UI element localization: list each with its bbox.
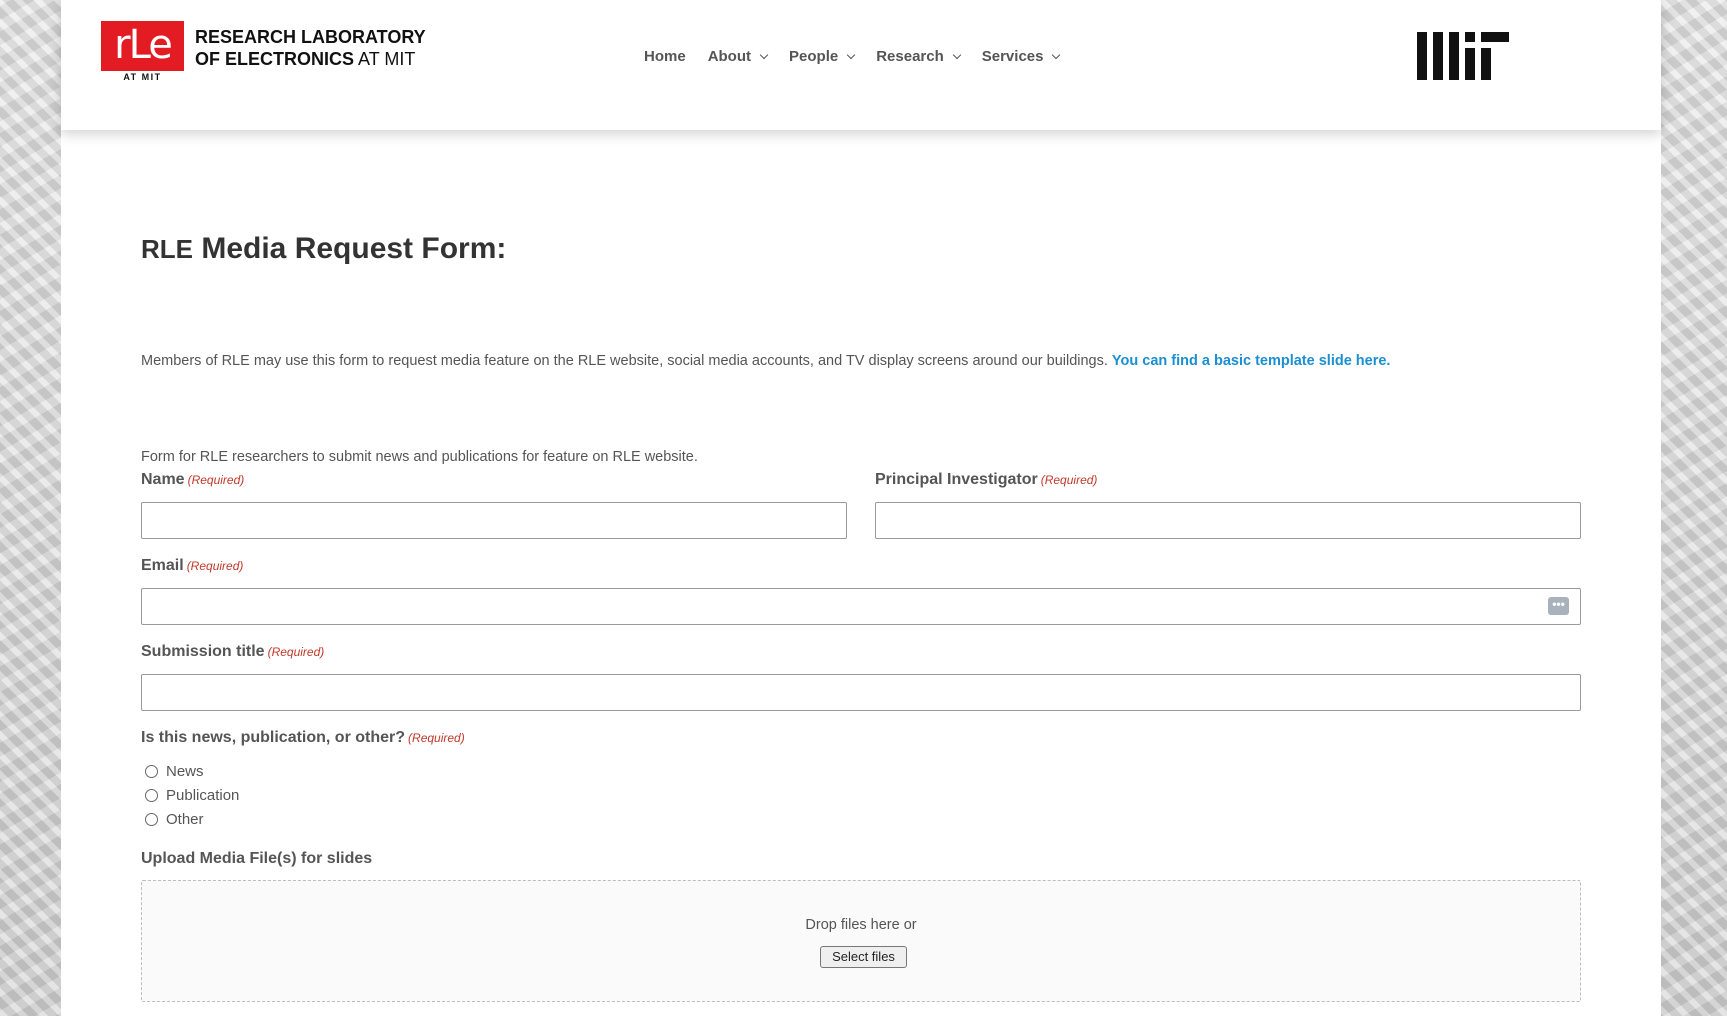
email-label-text: Email <box>141 557 184 574</box>
chevron-down-icon <box>846 50 856 60</box>
email-input[interactable] <box>141 588 1581 625</box>
nav-people[interactable]: People <box>789 48 856 65</box>
nav-home[interactable]: Home <box>644 48 686 65</box>
radio-label-news: News <box>166 763 204 780</box>
page-title-prefix: RLE <box>141 234 193 264</box>
submission-title-input[interactable] <box>141 674 1581 711</box>
type-label-text: Is this news, publication, or other? <box>141 729 406 746</box>
main-nav: Home About People Research Services <box>644 48 1081 65</box>
page-title-rest: Media Request Form: <box>193 232 507 265</box>
name-label: Name (Required) <box>141 471 244 489</box>
pi-input[interactable] <box>875 502 1581 539</box>
org-name-line2: OF ELECTRONICS AT MIT <box>195 48 426 70</box>
select-files-button[interactable]: Select files <box>820 946 907 968</box>
email-field-wrapper: ••• <box>141 588 1581 625</box>
required-marker: (Required) <box>267 645 325 659</box>
page: rLe AT MIT RESEARCH LABORATORY OF ELECTR… <box>61 0 1661 1016</box>
radio-button[interactable] <box>145 789 158 802</box>
submission-title-label: Submission title (Required) <box>141 643 324 661</box>
radio-button[interactable] <box>145 813 158 826</box>
mit-logo[interactable] <box>1417 32 1509 82</box>
org-name-line1: RESEARCH LABORATORY <box>195 27 426 47</box>
required-marker: (Required) <box>187 473 245 487</box>
nav-services[interactable]: Services <box>981 48 1061 65</box>
form-description: Form for RLE researchers to submit news … <box>141 449 698 465</box>
nav-about-label: About <box>707 48 752 65</box>
required-marker: (Required) <box>1040 473 1098 487</box>
pi-label-text: Principal Investigator <box>875 471 1038 488</box>
email-label: Email (Required) <box>141 557 243 575</box>
chevron-down-icon <box>952 50 961 60</box>
page-title: RLE Media Request Form: <box>141 232 506 266</box>
radio-label-other: Other <box>166 811 204 828</box>
submission-title-label-text: Submission title <box>141 643 265 660</box>
chevron-down-icon <box>1052 50 1061 60</box>
rle-logo-mark: rLe <box>114 22 173 68</box>
radio-button[interactable] <box>145 765 158 778</box>
template-slide-link[interactable]: You can find a basic template slide here… <box>1112 353 1391 369</box>
type-label: Is this news, publication, or other? (Req… <box>141 729 465 747</box>
intro-text: Members of RLE may use this form to requ… <box>141 353 1390 369</box>
radio-option-publication[interactable]: Publication <box>145 787 239 804</box>
radio-option-other[interactable]: Other <box>145 811 204 828</box>
rle-logo-sub: AT MIT <box>101 71 184 83</box>
radio-option-news[interactable]: News <box>145 763 204 780</box>
more-dots-icon[interactable]: ••• <box>1548 597 1569 615</box>
site-header: rLe AT MIT RESEARCH LABORATORY OF ELECTR… <box>61 0 1661 130</box>
org-name-line2-bold: OF ELECTRONICS <box>195 49 355 69</box>
intro-body: Members of RLE may use this form to requ… <box>141 353 1112 369</box>
file-dropzone[interactable]: Drop files here or Select files <box>141 880 1581 1002</box>
nav-research-label: Research <box>876 48 944 65</box>
name-input[interactable] <box>141 502 847 539</box>
required-marker: (Required) <box>186 559 244 573</box>
pi-label: Principal Investigator (Required) <box>875 471 1097 489</box>
nav-home-label: Home <box>644 48 686 65</box>
nav-services-label: Services <box>981 48 1044 65</box>
org-name[interactable]: RESEARCH LABORATORY OF ELECTRONICS AT MI… <box>195 26 426 70</box>
name-label-text: Name <box>141 471 185 488</box>
radio-label-publication: Publication <box>166 787 240 804</box>
nav-people-label: People <box>789 48 839 65</box>
nav-about[interactable]: About <box>707 48 769 65</box>
upload-label: Upload Media File(s) for slides <box>141 850 373 867</box>
required-marker: (Required) <box>408 731 465 745</box>
drop-text: Drop files here or <box>805 917 917 933</box>
org-name-line2-rest: AT MIT <box>358 49 416 69</box>
nav-research[interactable]: Research <box>876 48 961 65</box>
chevron-down-icon <box>759 50 769 60</box>
